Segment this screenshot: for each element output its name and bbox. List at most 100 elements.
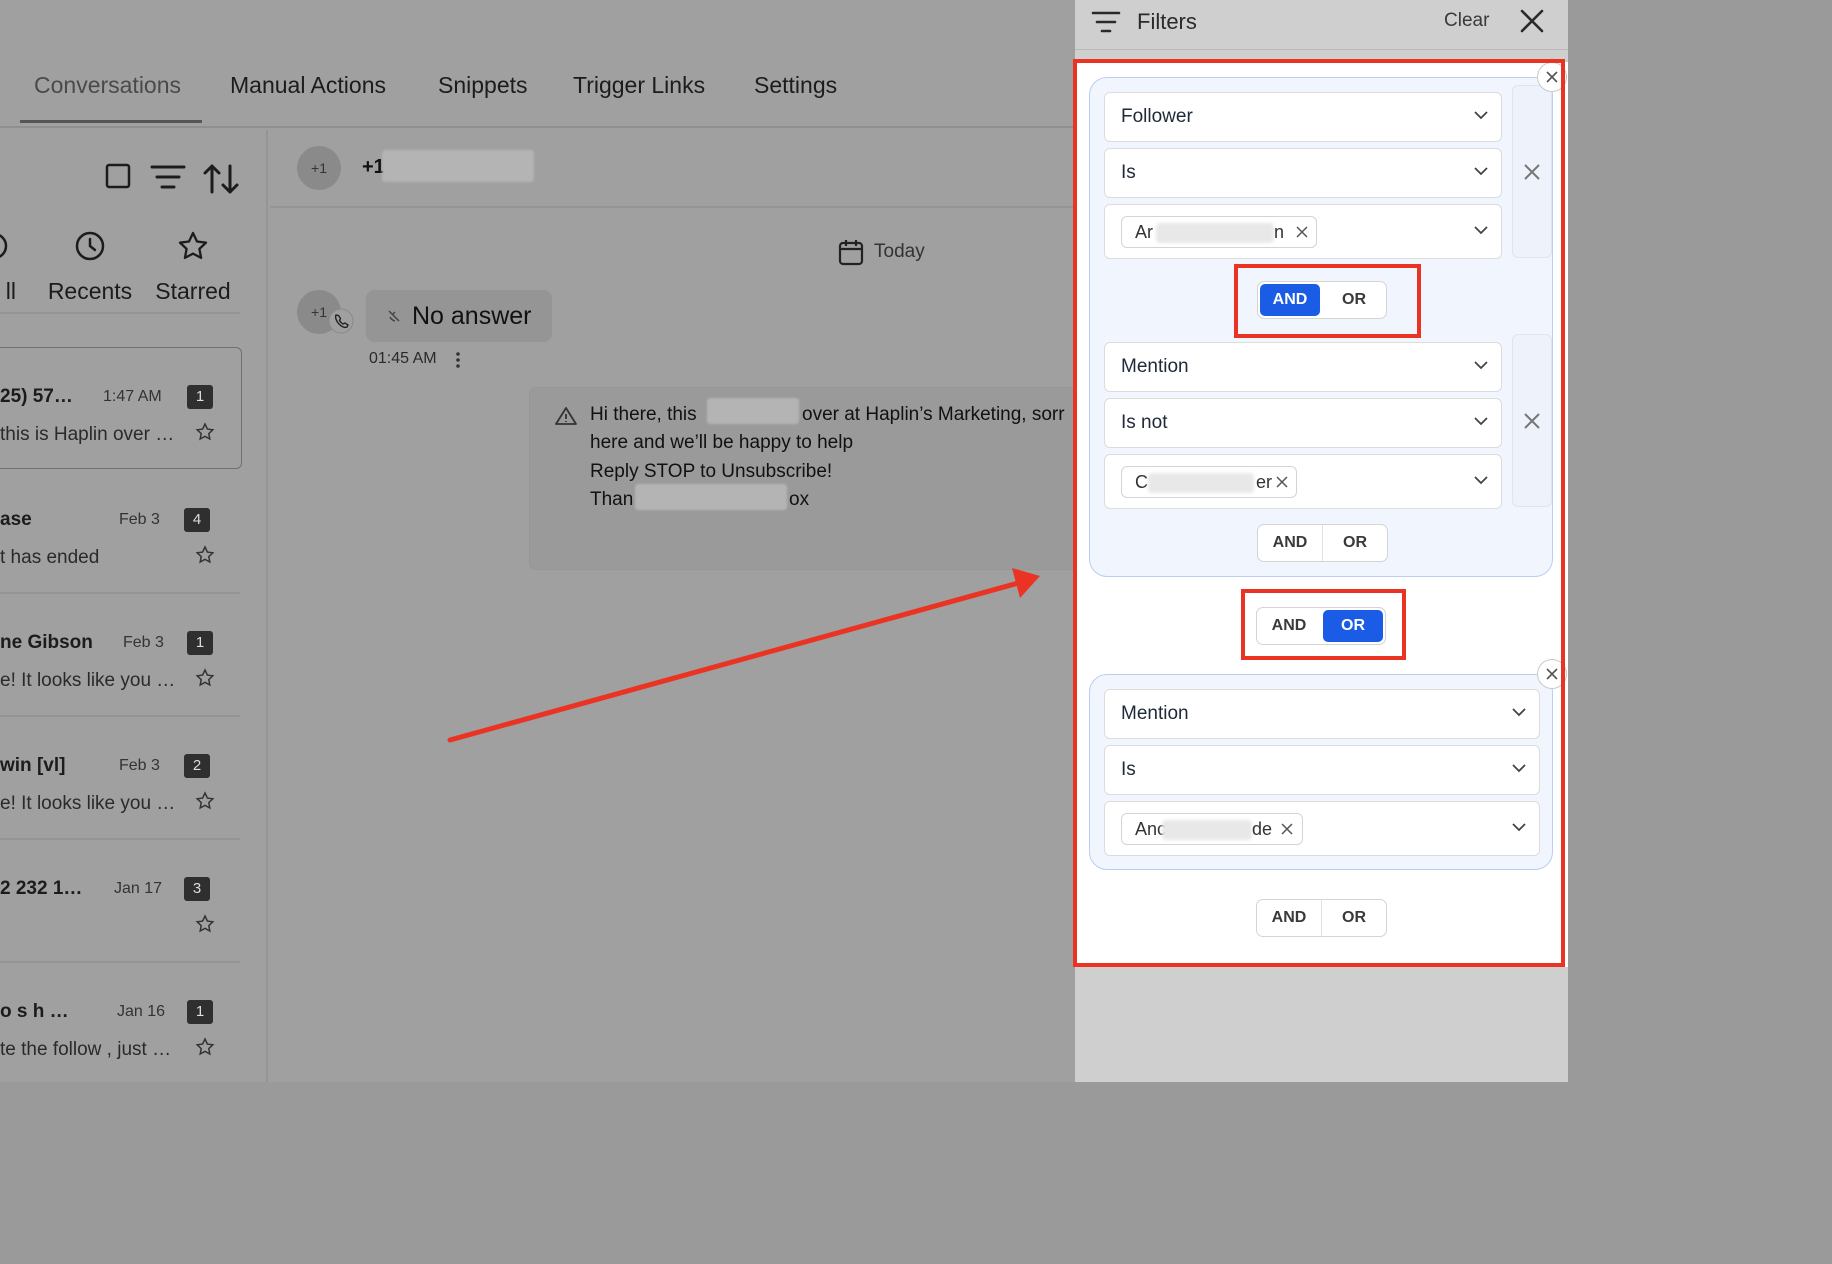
chip-label-end: n: [1274, 222, 1285, 242]
tab-settings[interactable]: Settings: [754, 72, 837, 99]
conversation-name: ase: [0, 509, 32, 530]
field-select[interactable]: Mention: [1104, 689, 1540, 739]
operator-select[interactable]: Is: [1104, 745, 1540, 795]
conversation-time: Feb 3: [119, 757, 160, 774]
star-icon[interactable]: [195, 668, 215, 688]
operator-select-value: Is: [1121, 162, 1136, 183]
value-chip: C er: [1121, 466, 1297, 498]
tab-bar: Conversations Manual Actions Snippets Tr…: [0, 0, 1075, 128]
conversation-item[interactable]: 2 232 1… Jan 17 3: [0, 840, 242, 962]
star-icon[interactable]: [195, 914, 215, 934]
star-icon[interactable]: [195, 1037, 215, 1057]
value-select[interactable]: Ar n: [1104, 204, 1502, 259]
field-select-value: Mention: [1121, 703, 1189, 724]
message-text: over at Haplin’s Marketing, sorr: [802, 404, 1065, 425]
outgoing-message: Hi there, this over at Haplin’s Marketin…: [530, 388, 1075, 569]
chip-label: C: [1135, 472, 1148, 492]
unread-badge: 1: [187, 385, 213, 409]
and-button[interactable]: AND: [1257, 900, 1321, 936]
conversation-item[interactable]: 25) 57… 1:47 AM 1 this is Haplin over …: [0, 347, 242, 469]
tab-snippets[interactable]: Snippets: [438, 72, 528, 99]
and-button[interactable]: AND: [1260, 284, 1320, 316]
or-button[interactable]: OR: [1322, 900, 1386, 936]
field-select[interactable]: Mention: [1104, 342, 1502, 392]
or-button[interactable]: OR: [1323, 610, 1383, 642]
conversation-item[interactable]: o s h … Jan 16 1 te the follow , just …: [0, 963, 242, 1082]
tab-conversations[interactable]: Conversations: [34, 72, 181, 99]
remove-rule-button[interactable]: [1512, 334, 1552, 507]
field-select[interactable]: Follower: [1104, 92, 1502, 142]
contact-avatar: +1: [297, 146, 341, 190]
category-starred-label: Starred: [155, 278, 231, 304]
tab-manual-actions[interactable]: Manual Actions: [230, 72, 386, 99]
category-starred[interactable]: Starred: [150, 230, 236, 305]
chevron-down-icon: [1512, 823, 1526, 832]
conversation-name: 2 232 1…: [0, 878, 83, 899]
conversation-item[interactable]: ase Feb 3 4 t has ended: [0, 471, 242, 593]
category-all[interactable]: ll: [0, 230, 16, 305]
value-select[interactable]: C er: [1104, 454, 1502, 509]
message-text: here and we’ll be happy to help: [590, 432, 854, 453]
value-select[interactable]: Anc de: [1104, 801, 1540, 856]
and-button[interactable]: AND: [1257, 608, 1321, 644]
filters-panel: Filters Clear Follower Is Ar n AND OR Me…: [1075, 0, 1568, 1082]
all-icon: [0, 234, 8, 258]
category-all-label: ll: [5, 278, 16, 304]
operator-select[interactable]: Is: [1104, 148, 1502, 198]
annotation-arrow: [447, 568, 1040, 743]
warning-icon: [555, 407, 577, 425]
conversation-preview: t has ended: [0, 547, 100, 568]
group-connector-toggle: AND OR: [1256, 607, 1386, 645]
message-text: Hi there, this: [590, 404, 697, 425]
star-icon: [178, 231, 208, 260]
close-icon[interactable]: [1519, 8, 1545, 34]
remove-chip-icon[interactable]: [1276, 476, 1288, 488]
date-divider: Today: [838, 238, 925, 266]
tab-trigger-links[interactable]: Trigger Links: [573, 72, 705, 99]
conversation-item[interactable]: ne Gibson Feb 3 1 e! It looks like you …: [0, 594, 242, 716]
remove-chip-icon[interactable]: [1281, 823, 1293, 835]
operator-select-value: Is: [1121, 759, 1136, 780]
filters-body: Follower Is Ar n AND OR Mention Is not C…: [1075, 62, 1568, 967]
conversations-app: Conversations Manual Actions Snippets Tr…: [0, 0, 1075, 1082]
select-all-checkbox-icon[interactable]: [104, 162, 132, 190]
unread-badge: 4: [184, 508, 210, 532]
and-button[interactable]: AND: [1258, 525, 1322, 561]
more-options-icon[interactable]: [454, 351, 462, 369]
chevron-down-icon: [1512, 764, 1526, 773]
remove-group-button[interactable]: [1537, 659, 1567, 689]
remove-group-button[interactable]: [1537, 62, 1567, 92]
or-button[interactable]: OR: [1322, 282, 1386, 318]
clear-filters-button[interactable]: Clear: [1444, 10, 1489, 32]
or-button[interactable]: OR: [1323, 525, 1387, 561]
operator-select[interactable]: Is not: [1104, 398, 1502, 448]
conversation-preview: te the follow , just …: [0, 1039, 172, 1060]
chevron-down-icon: [1512, 708, 1526, 717]
close-icon: [1524, 412, 1540, 429]
filters-title: Filters: [1137, 9, 1197, 34]
remove-chip-icon[interactable]: [1296, 226, 1308, 238]
star-icon[interactable]: [195, 545, 215, 565]
filter-icon[interactable]: [150, 162, 186, 192]
redacted-name: [1148, 473, 1254, 493]
unread-badge: 1: [187, 631, 213, 655]
conversation-name: ne Gibson: [0, 632, 93, 653]
star-icon[interactable]: [195, 791, 215, 811]
conversation-name: 25) 57…: [0, 386, 73, 407]
star-icon[interactable]: [195, 422, 215, 442]
value-chip: Anc de: [1121, 813, 1303, 845]
filter-icon: [1091, 11, 1121, 33]
remove-rule-button[interactable]: [1512, 85, 1552, 258]
call-bubble: No answer: [366, 290, 552, 342]
conversation-item[interactable]: win [vl] Feb 3 2 e! It looks like you …: [0, 717, 242, 839]
operator-select-value: Is not: [1121, 412, 1168, 433]
conversation-preview: this is Haplin over …: [0, 424, 175, 445]
category-recents[interactable]: Recents: [44, 230, 136, 305]
sort-icon[interactable]: [202, 162, 240, 196]
category-recents-label: Recents: [47, 278, 133, 304]
conversation-time: Feb 3: [119, 511, 160, 528]
unread-badge: 1: [187, 1000, 213, 1024]
message-text: ox: [789, 489, 810, 510]
chevron-down-icon: [1474, 361, 1488, 370]
conversation-time: 1:47 AM: [103, 388, 162, 405]
